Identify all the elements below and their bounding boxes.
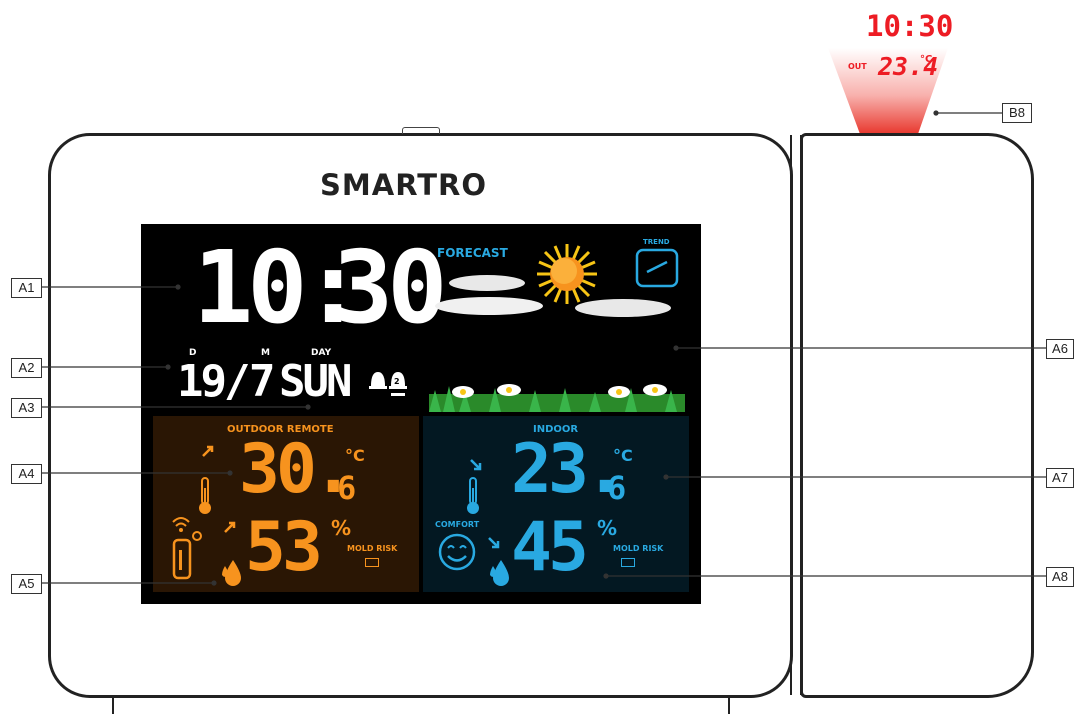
callout-b8: B8	[1002, 103, 1032, 123]
callout-a1: A1	[11, 278, 42, 298]
callout-a8: A8	[1046, 567, 1074, 587]
callout-a7: A7	[1046, 468, 1074, 488]
callout-a2: A2	[11, 358, 42, 378]
callout-a5: A5	[11, 574, 42, 594]
callout-a4: A4	[11, 464, 42, 484]
callout-a3: A3	[11, 398, 42, 418]
callout-a6: A6	[1046, 339, 1074, 359]
callout-leader-lines	[42, 110, 1046, 586]
